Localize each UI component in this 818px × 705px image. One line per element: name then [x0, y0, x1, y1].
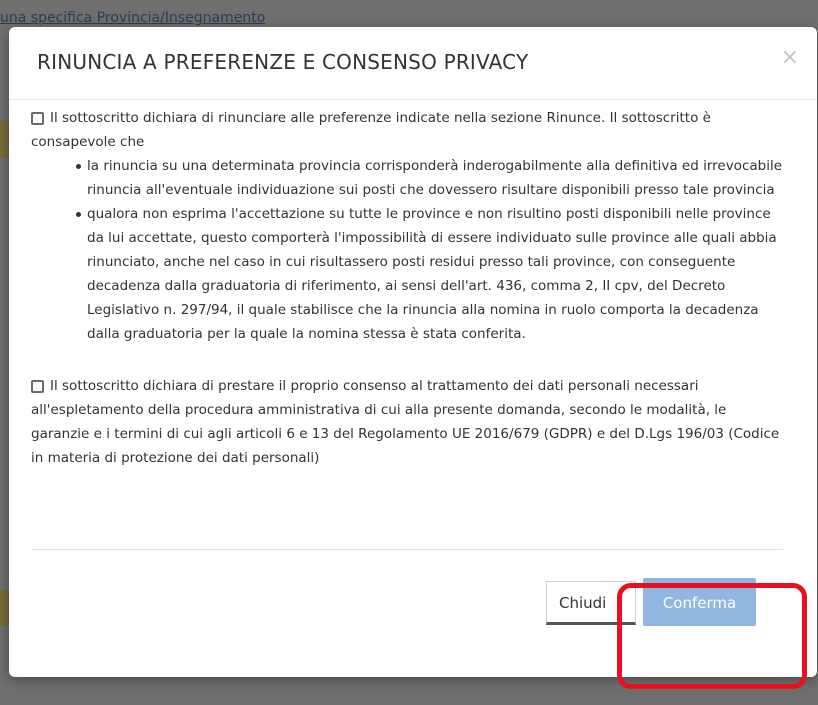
confirm-button[interactable]: Conferma	[643, 578, 756, 626]
close-button[interactable]: Chiudi	[546, 581, 636, 625]
waiver-checkbox[interactable]	[31, 112, 44, 125]
background-link: una specifica Provincia/Insegnamento	[0, 10, 266, 26]
privacy-consent-text: Il sottoscritto dichiara di prestare il …	[31, 378, 780, 466]
footer-divider	[31, 549, 783, 550]
list-item: qualora non esprima l'accettazione su tu…	[76, 202, 783, 346]
privacy-consent: Il sottoscritto dichiara di prestare il …	[31, 374, 783, 470]
list-item: la rinuncia su una determinata provincia…	[76, 154, 783, 202]
waiver-intro-text: Il sottoscritto dichiara di rinunciare a…	[31, 110, 711, 150]
modal-header: RINUNCIA A PREFERENZE E CONSENSO PRIVACY…	[9, 27, 817, 100]
close-icon[interactable]: ×	[781, 47, 799, 69]
modal-title: RINUNCIA A PREFERENZE E CONSENSO PRIVACY	[37, 50, 529, 74]
privacy-checkbox[interactable]	[31, 380, 44, 393]
waiver-declaration: Il sottoscritto dichiara di rinunciare a…	[31, 106, 783, 154]
modal-body: Il sottoscritto dichiara di rinunciare a…	[31, 106, 783, 470]
waiver-bullet-list: la rinuncia su una determinata provincia…	[31, 154, 783, 346]
